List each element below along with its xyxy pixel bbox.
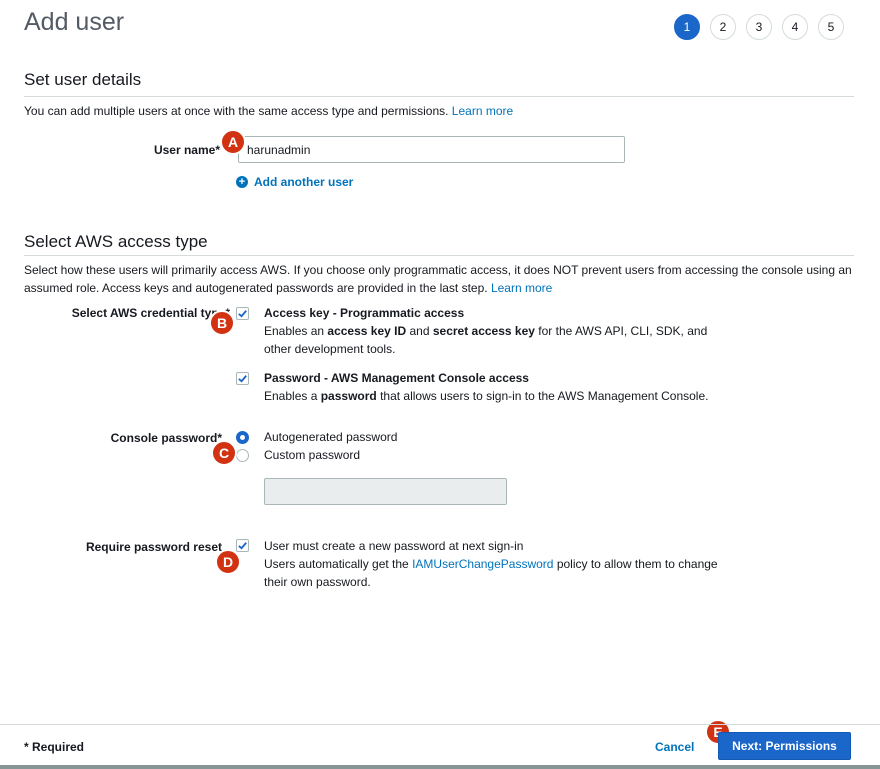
annotation-badge-b: B: [209, 310, 235, 336]
custom-password-input[interactable]: [264, 478, 507, 505]
console-access-checkbox[interactable]: [236, 372, 249, 385]
learn-more-link[interactable]: Learn more: [452, 104, 513, 118]
next-permissions-button[interactable]: Next: Permissions: [718, 732, 851, 760]
programmatic-access-option: Access key - Programmatic access Enables…: [264, 306, 734, 358]
annotation-badge-c: C: [211, 440, 237, 466]
section-divider: [24, 96, 854, 97]
add-another-user-link[interactable]: + Add another user: [236, 175, 353, 189]
step-3[interactable]: 3: [746, 14, 772, 40]
check-icon: [238, 310, 247, 318]
credential-type-label: Select AWS credential type*: [71, 306, 230, 320]
desc-text: that allows users to sign-in to the AWS …: [380, 389, 709, 403]
set-user-details-heading: Set user details: [24, 70, 142, 89]
section-divider: [24, 255, 854, 256]
password-reset-text: User must create a new password at next …: [264, 539, 524, 553]
annotation-badge-a: A: [220, 129, 246, 155]
set-user-details-description: You can add multiple users at once with …: [24, 102, 856, 120]
password-reset-option: User must create a new password at next …: [264, 537, 744, 591]
password-reset-label: Require password reset: [85, 540, 222, 554]
step-5[interactable]: 5: [818, 14, 844, 40]
programmatic-access-title: Access key - Programmatic access: [264, 306, 465, 320]
console-password-label: Console password*: [110, 431, 222, 445]
desc-text: Enables a: [264, 389, 318, 403]
console-access-option: Password - AWS Management Console access…: [264, 371, 744, 405]
page-title: Add user: [24, 8, 125, 36]
required-note: * Required: [24, 740, 85, 754]
iam-policy-link[interactable]: IAMUserChangePassword: [412, 557, 553, 571]
console-access-title: Password - AWS Management Console access: [264, 371, 529, 385]
custom-password-label: Custom password: [264, 448, 361, 462]
annotation-badge-d: D: [215, 549, 241, 575]
user-name-label: User name*: [153, 143, 220, 157]
user-name-input[interactable]: [238, 136, 625, 163]
access-type-description: Select how these users will primarily ac…: [24, 261, 854, 297]
autogenerated-password-radio[interactable]: [236, 431, 249, 444]
desc-bold: access key ID: [327, 324, 407, 338]
cancel-button[interactable]: Cancel: [655, 740, 694, 754]
footer-divider: [0, 724, 880, 725]
programmatic-access-checkbox[interactable]: [236, 307, 249, 320]
desc-text: and: [409, 324, 430, 338]
step-1[interactable]: 1: [674, 14, 700, 40]
plus-circle-icon: +: [236, 176, 248, 188]
password-reset-description: Users automatically get the IAMUserChang…: [264, 555, 744, 591]
access-description-text: Select how these users will primarily ac…: [24, 263, 852, 295]
programmatic-access-description: Enables an access key ID and secret acce…: [264, 322, 734, 358]
wizard-steps: 1 2 3 4 5: [674, 14, 844, 40]
bottom-bar: [0, 765, 880, 769]
step-4[interactable]: 4: [782, 14, 808, 40]
desc-text: Enables an: [264, 324, 325, 338]
desc-bold: secret access key: [432, 324, 535, 338]
check-icon: [238, 375, 247, 383]
password-reset-checkbox[interactable]: [236, 539, 249, 552]
description-text: You can add multiple users at once with …: [24, 104, 449, 118]
console-access-description: Enables a password that allows users to …: [264, 387, 744, 405]
access-type-heading: Select AWS access type: [24, 232, 208, 251]
autogenerated-password-label: Autogenerated password: [264, 430, 398, 444]
desc-text: Users automatically get the: [264, 557, 409, 571]
check-icon: [238, 542, 247, 550]
access-learn-more-link[interactable]: Learn more: [491, 281, 552, 295]
step-2[interactable]: 2: [710, 14, 736, 40]
add-another-user-label: Add another user: [254, 175, 354, 189]
desc-bold: password: [320, 389, 377, 403]
custom-password-radio[interactable]: [236, 449, 249, 462]
